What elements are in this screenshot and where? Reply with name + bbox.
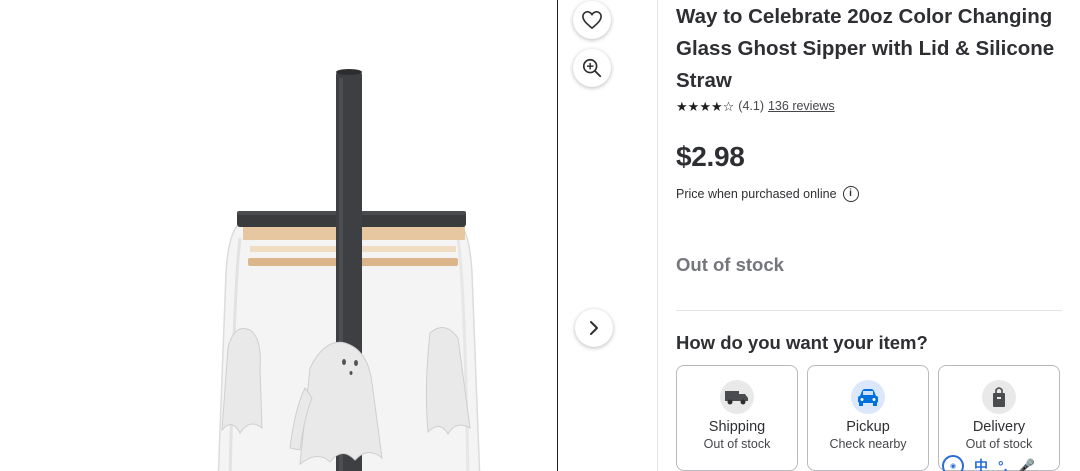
car-icon [851,380,885,414]
price: $2.98 [676,141,745,172]
rating-stars: ★ ★ ★ ★ ☆ [676,100,734,113]
ime-toolbar: ◉ 中 °, 🎤 [942,455,1035,471]
panel-border [557,0,558,10]
zoom-in-icon [582,58,602,78]
option-sub: Check nearby [829,437,907,451]
microphone-icon[interactable]: 🎤 [1018,459,1035,471]
pickup-option[interactable]: Pickup Check nearby [807,365,929,471]
star-outline-icon: ☆ [722,98,735,114]
product-title: Way to Celebrate 20oz Color Changing Gla… [676,5,1055,92]
ime-chinese-mode[interactable]: 中 [974,459,988,471]
price-note-text: Price when purchased online [676,187,837,201]
info-icon[interactable]: i [842,186,859,202]
fulfillment-heading: How do you want your item? [676,332,928,353]
divider [676,310,1062,311]
price-note: Price when purchased online i [676,186,859,202]
zoom-button[interactable] [573,49,611,87]
stock-status: Out of stock [676,254,784,275]
chevron-right-icon [590,321,598,335]
reviews-link[interactable]: 136 reviews [768,99,835,113]
shipping-option[interactable]: Shipping Out of stock [676,365,798,471]
ime-punctuation[interactable]: °, [998,459,1008,471]
star-icon: ★ [699,98,711,114]
option-sub: Out of stock [703,437,771,451]
rating-row: ★ ★ ★ ★ ☆ (4.1) 136 reviews [676,99,835,113]
truck-icon [720,380,754,414]
star-icon: ★ [676,98,688,114]
product-image [217,69,481,471]
option-label: Pickup [846,419,890,435]
option-label: Delivery [972,419,1026,435]
favorite-button[interactable] [573,1,611,39]
option-label: Shipping [708,419,766,435]
star-icon: ★ [687,98,700,114]
option-sub: Out of stock [965,437,1033,451]
ime-logo-icon[interactable]: ◉ [942,455,964,471]
star-icon: ★ [710,98,723,114]
product-image-panel [0,0,558,471]
rating-value: (4.1) [738,99,764,113]
heart-icon [582,10,602,30]
next-image-button[interactable] [575,309,613,347]
bag-icon [982,380,1016,414]
column-divider [657,0,658,471]
